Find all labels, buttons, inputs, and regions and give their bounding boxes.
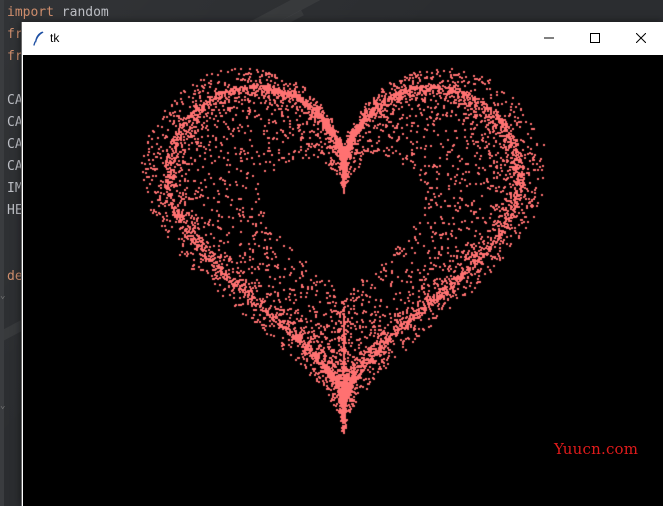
code-token: import [7,5,54,20]
desktop: ⌄ ⌄ import random fr fr CA CA CA CA IM HE de tk [0,0,663,506]
window-title: tk [50,31,60,45]
maximize-button[interactable] [572,22,618,54]
fold-marker-icon[interactable]: ⌄ [0,402,6,411]
watermark: Yuucn.com [554,440,639,458]
window-titlebar[interactable]: tk [22,22,663,55]
code-line[interactable]: import random [7,2,109,24]
minimize-button[interactable] [526,22,572,54]
tk-feather-icon [33,31,44,46]
tk-window[interactable]: tk Yuucn.com [21,22,663,506]
tk-canvas[interactable]: Yuucn.com [23,55,663,506]
heart-particle-drawing [23,55,663,506]
minimize-icon [544,37,554,39]
editor-gutter [0,0,4,506]
close-button[interactable] [618,22,663,54]
maximize-icon [590,33,600,43]
code-token: random [53,5,109,20]
close-icon [636,33,646,43]
fold-marker-icon[interactable]: ⌄ [0,292,6,301]
